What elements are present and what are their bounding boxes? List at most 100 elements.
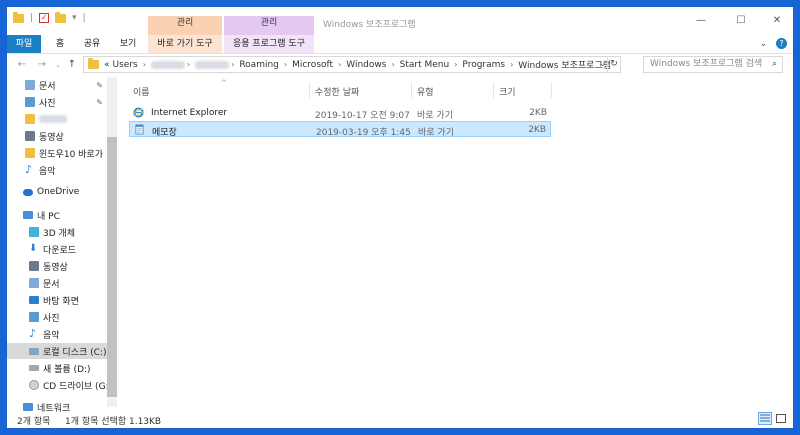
documents-icon bbox=[29, 278, 39, 288]
column-divider[interactable] bbox=[309, 82, 310, 98]
breadcrumb-accessories[interactable]: Windows 보조프로그램 bbox=[518, 58, 611, 71]
sidebar-item-label: 문서 bbox=[39, 81, 56, 92]
column-header-type[interactable]: 유형 bbox=[417, 85, 434, 98]
address-bar[interactable]: « Users › › › Roaming › Microsoft › Wind… bbox=[83, 56, 621, 73]
file-size: 2KB bbox=[528, 125, 546, 135]
back-icon[interactable]: ← bbox=[15, 57, 29, 73]
navigation-bar: ← → ⌄ ↑ « Users › › › Roaming › Microsof… bbox=[7, 55, 793, 75]
sidebar-item-downloads[interactable]: ⬇ 다운로드 bbox=[7, 241, 107, 257]
tab-application-tools[interactable]: 응용 프로그램 도구 bbox=[224, 35, 314, 53]
sidebar-item-local-disk-c[interactable]: 로컬 디스크 (C:) bbox=[7, 343, 107, 359]
sidebar-item-onedrive[interactable]: OneDrive bbox=[7, 184, 107, 200]
chevron-right-icon[interactable]: › bbox=[187, 60, 190, 69]
close-button[interactable]: ✕ bbox=[767, 13, 787, 29]
chevron-right-icon[interactable]: › bbox=[284, 60, 287, 69]
redacted-crumb[interactable] bbox=[195, 60, 230, 69]
notepad-icon bbox=[135, 124, 144, 135]
drive-icon bbox=[29, 365, 39, 371]
file-row-internet-explorer[interactable]: Internet Explorer 2019-10-17 오전 9:07 바로 … bbox=[129, 105, 551, 121]
sidebar-item-label: 로컬 디스크 (C:) bbox=[43, 347, 107, 358]
folder-icon bbox=[25, 148, 35, 158]
tab-home[interactable]: 홈 bbox=[51, 35, 69, 53]
large-icons-view-icon[interactable] bbox=[774, 412, 788, 425]
sidebar-item-videos-pinned[interactable]: 동영상 bbox=[7, 128, 107, 144]
breadcrumb-overflow[interactable]: « bbox=[104, 60, 110, 70]
manage-context-header-shortcut: 관리 bbox=[148, 16, 222, 35]
sidebar-item-documents-pinned[interactable]: 문서 ✎ bbox=[7, 77, 107, 93]
breadcrumb-users[interactable]: Users bbox=[113, 60, 138, 70]
properties-icon[interactable]: ✓ bbox=[39, 13, 50, 23]
sidebar-item-pictures[interactable]: 사진 bbox=[7, 309, 107, 325]
separator: | bbox=[30, 13, 34, 23]
tab-file[interactable]: 파일 bbox=[7, 35, 41, 53]
sidebar-item-label: 음악 bbox=[39, 166, 56, 177]
forward-icon[interactable]: → bbox=[35, 57, 49, 73]
pin-icon: ✎ bbox=[96, 97, 103, 107]
status-bar: 2개 항목 1개 항목 선택함 1.13KB bbox=[7, 409, 793, 428]
sidebar-scrollbar-thumb[interactable] bbox=[107, 137, 117, 397]
sidebar-item-3d-objects[interactable]: 3D 개체 bbox=[7, 224, 107, 240]
tab-shortcut-tools[interactable]: 바로 가기 도구 bbox=[148, 35, 222, 53]
breadcrumb-roaming[interactable]: Roaming bbox=[239, 60, 279, 70]
chevron-right-icon[interactable]: › bbox=[143, 60, 146, 69]
redacted-crumb[interactable] bbox=[150, 60, 185, 69]
search-input[interactable]: Windows 보조프로그램 검색 ⌕ bbox=[643, 56, 783, 73]
column-divider[interactable] bbox=[411, 82, 412, 98]
column-header-date[interactable]: 수정한 날짜 bbox=[315, 85, 359, 98]
new-folder-icon[interactable] bbox=[55, 11, 67, 23]
details-view-icon[interactable] bbox=[758, 412, 772, 425]
sidebar-item-videos[interactable]: 동영상 bbox=[7, 258, 107, 274]
breadcrumb-windows[interactable]: Windows bbox=[346, 60, 386, 70]
sidebar-item-music[interactable]: ♪ 음악 bbox=[7, 326, 107, 342]
refresh-icon[interactable]: ↻ bbox=[607, 57, 620, 72]
tab-share[interactable]: 공유 bbox=[79, 35, 105, 53]
customize-qat-icon[interactable]: ▾ bbox=[72, 13, 77, 23]
file-row-notepad[interactable]: 메모장 2019-03-19 오후 1:45 바로 가기 2KB bbox=[129, 121, 551, 138]
up-icon[interactable]: ↑ bbox=[65, 57, 79, 73]
address-dropdown-icon[interactable]: ⌄ bbox=[599, 59, 606, 68]
cd-drive-icon bbox=[29, 380, 39, 390]
sidebar-item-pictures-pinned[interactable]: 사진 ✎ bbox=[7, 94, 107, 110]
column-divider[interactable] bbox=[493, 82, 494, 98]
breadcrumb-microsoft[interactable]: Microsoft bbox=[292, 60, 333, 70]
sidebar-item-label: 사진 bbox=[39, 98, 56, 109]
sidebar-item-desktop[interactable]: 바탕 화면 bbox=[7, 292, 107, 308]
breadcrumb-programs[interactable]: Programs bbox=[462, 60, 505, 70]
chevron-right-icon[interactable]: › bbox=[391, 60, 394, 69]
file-date: 2019-10-17 오전 9:07 bbox=[315, 111, 410, 121]
folder-icon bbox=[88, 58, 99, 69]
videos-icon bbox=[25, 131, 35, 141]
sidebar-item-label: OneDrive bbox=[37, 187, 80, 197]
column-header-size[interactable]: 크기 bbox=[499, 85, 516, 98]
file-type: 바로 가기 bbox=[418, 128, 454, 138]
maximize-button[interactable]: ☐ bbox=[731, 13, 751, 29]
pc-icon bbox=[23, 211, 33, 219]
sidebar-item-label: 음악 bbox=[43, 330, 60, 341]
column-divider[interactable] bbox=[551, 82, 552, 98]
column-header-name[interactable]: 이름 bbox=[133, 85, 150, 98]
chevron-right-icon[interactable]: › bbox=[454, 60, 457, 69]
sidebar-item-new-volume-d[interactable]: 새 볼륨 (D:) bbox=[7, 360, 107, 376]
breadcrumb-start-menu[interactable]: Start Menu bbox=[400, 60, 450, 70]
sidebar-item-redacted[interactable] bbox=[7, 111, 107, 127]
chevron-right-icon[interactable]: › bbox=[231, 60, 234, 69]
sidebar-item-win10-shortcuts[interactable]: 윈도우10 바로가 bbox=[7, 145, 107, 161]
search-icon[interactable]: ⌕ bbox=[772, 57, 777, 72]
tab-view[interactable]: 보기 bbox=[115, 35, 141, 53]
chevron-right-icon[interactable]: › bbox=[338, 60, 341, 69]
sidebar-item-cd-drive-g[interactable]: CD 드라이브 (G: bbox=[7, 377, 107, 393]
help-icon[interactable]: ? bbox=[776, 38, 787, 49]
navigation-pane: 문서 ✎ 사진 ✎ 동영상 윈도우10 바로가 ♪ 음악 OneDrive 내 … bbox=[7, 77, 117, 414]
sidebar-item-label: 동영상 bbox=[43, 262, 68, 273]
file-type: 바로 가기 bbox=[417, 111, 453, 121]
recent-locations-icon[interactable]: ⌄ bbox=[51, 57, 65, 73]
minimize-button[interactable]: — bbox=[691, 13, 711, 29]
expand-ribbon-icon[interactable]: ⌄ bbox=[760, 39, 768, 49]
sidebar-item-this-pc[interactable]: 내 PC bbox=[7, 207, 107, 223]
sidebar-item-label: 사진 bbox=[43, 313, 60, 324]
sort-ascending-icon: ^ bbox=[221, 79, 227, 87]
sidebar-item-music-pinned[interactable]: ♪ 음악 bbox=[7, 162, 107, 178]
item-count: 2개 항목 bbox=[17, 417, 51, 427]
sidebar-item-documents[interactable]: 문서 bbox=[7, 275, 107, 291]
chevron-right-icon[interactable]: › bbox=[510, 60, 513, 69]
